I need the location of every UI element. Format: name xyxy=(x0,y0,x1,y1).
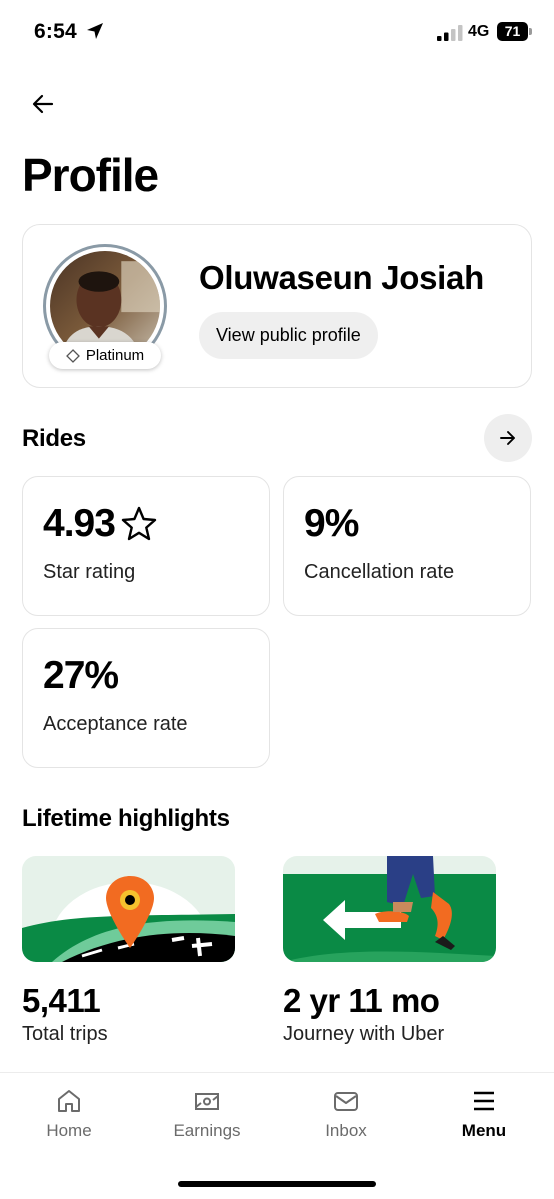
tab-earnings-label: Earnings xyxy=(173,1121,241,1140)
signal-icon xyxy=(437,25,463,41)
tier-label: Platinum xyxy=(85,347,145,364)
money-icon xyxy=(195,1093,219,1110)
view-public-profile-button[interactable]: View public profile xyxy=(199,312,378,359)
battery-icon: 71 xyxy=(497,22,533,41)
tab-menu-label: Menu xyxy=(461,1121,507,1140)
diamond-outline-icon xyxy=(65,348,80,363)
tab-inbox-label: Inbox xyxy=(325,1121,367,1140)
cancellation-rate-label: Cancellation rate xyxy=(304,561,455,583)
acceptance-rate-value: 27% xyxy=(43,654,119,697)
map-pin-road-illustration xyxy=(22,856,235,962)
home-icon xyxy=(58,1090,80,1112)
battery-level: 71 xyxy=(497,22,528,41)
journey-duration-label: Journey with Uber xyxy=(283,1023,445,1045)
total-trips-value: 5,411 xyxy=(22,982,101,1019)
tab-earnings[interactable]: Earnings xyxy=(152,1087,262,1141)
back-button[interactable] xyxy=(28,89,58,119)
status-bar: 6:54 4G 71 xyxy=(0,0,554,66)
star-rating-value: 4.93 xyxy=(43,502,159,546)
walking-arrow-illustration xyxy=(283,856,496,962)
hamburger-menu-icon xyxy=(474,1091,494,1111)
tab-menu[interactable]: Menu xyxy=(429,1087,539,1141)
page-title: Profile xyxy=(22,149,159,201)
star-rating-card[interactable]: 4.93 Star rating xyxy=(22,476,270,616)
bottom-tab-bar: Home Earnings Inbox Menu xyxy=(0,1072,554,1199)
rides-details-button[interactable] xyxy=(484,414,532,462)
cancellation-rate-card[interactable]: 9% Cancellation rate xyxy=(283,476,531,616)
arrow-left-icon xyxy=(32,94,54,114)
tab-home-label: Home xyxy=(46,1121,92,1140)
location-arrow-icon xyxy=(87,23,103,39)
user-name: Oluwaseun Josiah xyxy=(199,259,484,296)
star-outline-icon xyxy=(121,506,157,541)
network-type: 4G xyxy=(468,23,490,40)
tab-home[interactable]: Home xyxy=(14,1087,124,1141)
total-trips-label: Total trips xyxy=(22,1023,108,1045)
arrow-right-icon xyxy=(500,431,515,445)
envelope-icon xyxy=(334,1092,358,1111)
highlights-section-title: Lifetime highlights xyxy=(22,805,230,832)
journey-duration-value: 2 yr 11 mo xyxy=(283,982,440,1019)
star-rating-number: 4.93 xyxy=(43,502,116,545)
cancellation-rate-value: 9% xyxy=(304,502,359,545)
profile-card: Platinum Oluwaseun Josiah View public pr… xyxy=(22,224,532,388)
acceptance-rate-label: Acceptance rate xyxy=(43,713,188,735)
tab-inbox[interactable]: Inbox xyxy=(291,1087,401,1141)
star-rating-label: Star rating xyxy=(43,561,136,583)
rides-section-title: Rides xyxy=(22,425,86,452)
tier-badge: Platinum xyxy=(49,342,161,369)
status-time: 6:54 xyxy=(34,20,77,43)
acceptance-rate-card[interactable]: 27% Acceptance rate xyxy=(22,628,270,768)
home-indicator[interactable] xyxy=(178,1181,376,1187)
